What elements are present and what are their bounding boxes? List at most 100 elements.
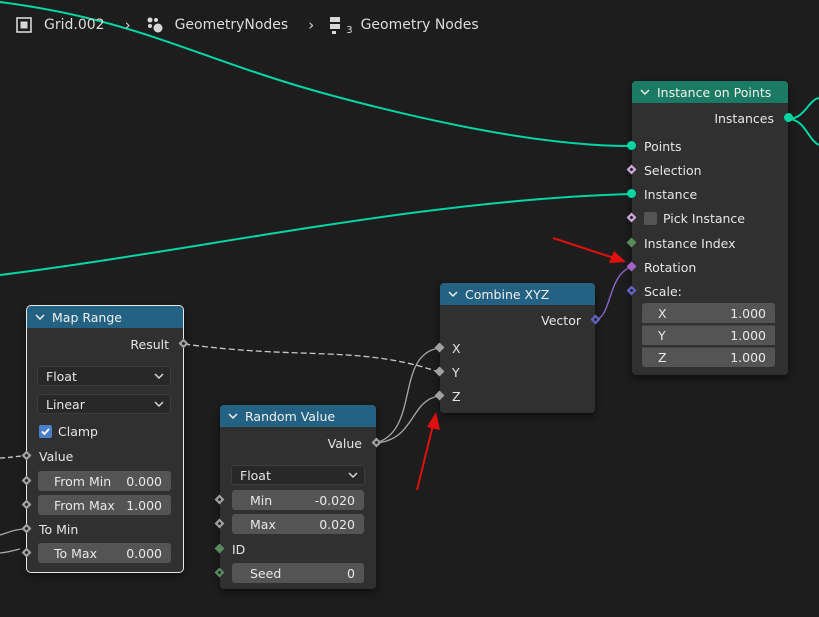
data-type-dropdown[interactable]: Float bbox=[37, 366, 171, 386]
field-value: 0.000 bbox=[126, 545, 162, 561]
link-vector-to-rotation[interactable] bbox=[595, 266, 632, 321]
random-value-node[interactable]: Random Value Value Float Min -0.020 Max … bbox=[214, 405, 382, 589]
chevron-down-icon[interactable] bbox=[448, 289, 458, 299]
field-value: 1.000 bbox=[730, 328, 766, 343]
field-label: Z bbox=[658, 350, 667, 365]
socket-label: Value bbox=[327, 435, 362, 451]
checkbox-label: Pick Instance bbox=[663, 210, 745, 226]
combine-xyz-node[interactable]: Combine XYZ Vector X Y Z bbox=[434, 283, 601, 413]
input-to-min: To Min bbox=[21, 519, 183, 539]
dropdown-value: Linear bbox=[46, 396, 85, 412]
from-max-field[interactable]: From Max 1.000 bbox=[38, 495, 171, 515]
breadcrumb-object-label: Grid.002 bbox=[44, 17, 105, 33]
link-into-to-max[interactable] bbox=[0, 548, 21, 554]
link-result-to-y[interactable] bbox=[183, 343, 440, 373]
scale-z-field[interactable]: Z 1.000 bbox=[642, 347, 775, 367]
checkmark-icon bbox=[41, 427, 50, 435]
instance-on-points-node[interactable]: Instance on Points Instances Points Sele… bbox=[626, 81, 793, 375]
breadcrumb-modifier[interactable]: GeometryNodes bbox=[145, 15, 288, 35]
field-value: 0.000 bbox=[126, 473, 162, 489]
field-value: 1.000 bbox=[730, 350, 766, 365]
annotation-arrow-rotation bbox=[552, 237, 626, 263]
field-label: From Max bbox=[54, 497, 115, 513]
socket-label: Selection bbox=[644, 162, 702, 178]
node-tree-icon bbox=[330, 17, 341, 34]
field-value: 0.020 bbox=[319, 516, 355, 532]
input-z: Z bbox=[434, 386, 595, 406]
scale-x-field[interactable]: X 1.000 bbox=[642, 303, 775, 323]
node-header[interactable]: Instance on Points bbox=[632, 81, 788, 103]
chevron-right-icon: › bbox=[308, 16, 315, 34]
field-value: 1.000 bbox=[126, 497, 162, 513]
clamp-checkbox[interactable] bbox=[39, 424, 52, 438]
interpolation-dropdown[interactable]: Linear bbox=[37, 394, 171, 414]
mesh-object-icon bbox=[16, 17, 32, 33]
output-instances: Instances bbox=[632, 108, 793, 128]
socket-label: Instance bbox=[644, 186, 698, 202]
chevron-right-icon: › bbox=[124, 16, 131, 34]
data-type-dropdown[interactable]: Float bbox=[231, 465, 365, 485]
clamp-toggle[interactable]: Clamp bbox=[27, 421, 183, 441]
breadcrumb: Grid.002 › GeometryNodes › 3 Geometry No… bbox=[14, 14, 479, 36]
node-header[interactable]: Combine XYZ bbox=[440, 283, 595, 305]
min-field[interactable]: Min -0.020 bbox=[232, 490, 364, 510]
geometry-socket-icon[interactable] bbox=[627, 189, 636, 198]
input-scale: Scale: bbox=[626, 281, 788, 301]
socket-label: Result bbox=[130, 336, 169, 352]
link-random-to-x[interactable] bbox=[375, 347, 440, 444]
breadcrumb-object[interactable]: Grid.002 bbox=[14, 15, 105, 35]
socket-label: Value bbox=[39, 448, 74, 464]
field-value: -0.020 bbox=[314, 492, 355, 508]
node-header[interactable]: Random Value bbox=[220, 405, 376, 427]
node-title: Random Value bbox=[245, 408, 336, 424]
field-label: To Max bbox=[54, 545, 97, 561]
chevron-down-icon[interactable] bbox=[35, 312, 45, 322]
dropdown-value: Float bbox=[240, 467, 271, 483]
node-header[interactable]: Map Range bbox=[27, 306, 183, 328]
field-value: 1.000 bbox=[730, 305, 766, 321]
from-min-field[interactable]: From Min 0.000 bbox=[38, 471, 171, 491]
scale-y-field[interactable]: Y 1.000 bbox=[642, 325, 775, 345]
field-value: 0 bbox=[347, 565, 355, 581]
node-title: Map Range bbox=[52, 309, 122, 325]
input-rotation: Rotation bbox=[626, 257, 788, 277]
chevron-down-icon[interactable] bbox=[640, 87, 650, 97]
field-label: Seed bbox=[250, 565, 282, 581]
annotation-arrow-z bbox=[416, 412, 440, 491]
socket-label: Instance Index bbox=[644, 235, 736, 251]
checkbox-label: Clamp bbox=[58, 423, 98, 439]
input-instance: Instance bbox=[627, 184, 788, 204]
field-label: From Min bbox=[54, 473, 112, 489]
socket-label: Points bbox=[644, 138, 682, 154]
chevron-down-icon bbox=[154, 401, 164, 407]
output-value: Value bbox=[220, 433, 382, 453]
socket-label: To Min bbox=[39, 521, 79, 537]
input-y: Y bbox=[434, 362, 595, 382]
chevron-down-icon bbox=[154, 373, 164, 379]
socket-label: Scale: bbox=[644, 283, 682, 299]
chevron-down-icon bbox=[348, 472, 358, 478]
geometry-socket-icon[interactable] bbox=[784, 113, 793, 122]
seed-field[interactable]: Seed 0 bbox=[232, 563, 364, 583]
input-selection: Selection bbox=[626, 160, 788, 180]
socket-label: Vector bbox=[541, 312, 581, 328]
input-instance-index: Instance Index bbox=[626, 233, 788, 253]
socket-label: Instances bbox=[714, 110, 774, 126]
node-tree-users-count: 3 bbox=[346, 24, 353, 36]
to-max-field[interactable]: To Max 0.000 bbox=[38, 543, 171, 563]
node-title: Combine XYZ bbox=[465, 286, 550, 302]
geometry-nodes-modifier-icon bbox=[147, 17, 163, 33]
max-field[interactable]: Max 0.020 bbox=[232, 514, 364, 534]
breadcrumb-node-tree[interactable]: 3 Geometry Nodes bbox=[328, 15, 479, 36]
input-x: X bbox=[434, 338, 595, 358]
input-points: Points bbox=[627, 136, 788, 156]
link-instances-out-2[interactable] bbox=[787, 118, 819, 146]
link-geometry-to-instance[interactable] bbox=[0, 193, 632, 276]
chevron-down-icon[interactable] bbox=[228, 411, 238, 421]
field-label: Min bbox=[250, 492, 273, 508]
field-label: Max bbox=[250, 516, 276, 532]
map-range-node[interactable]: Map Range Result Float Linear Clamp Valu… bbox=[21, 305, 189, 573]
pick-instance-checkbox[interactable] bbox=[644, 211, 657, 225]
field-label: X bbox=[658, 305, 667, 321]
geometry-socket-icon[interactable] bbox=[627, 141, 636, 150]
